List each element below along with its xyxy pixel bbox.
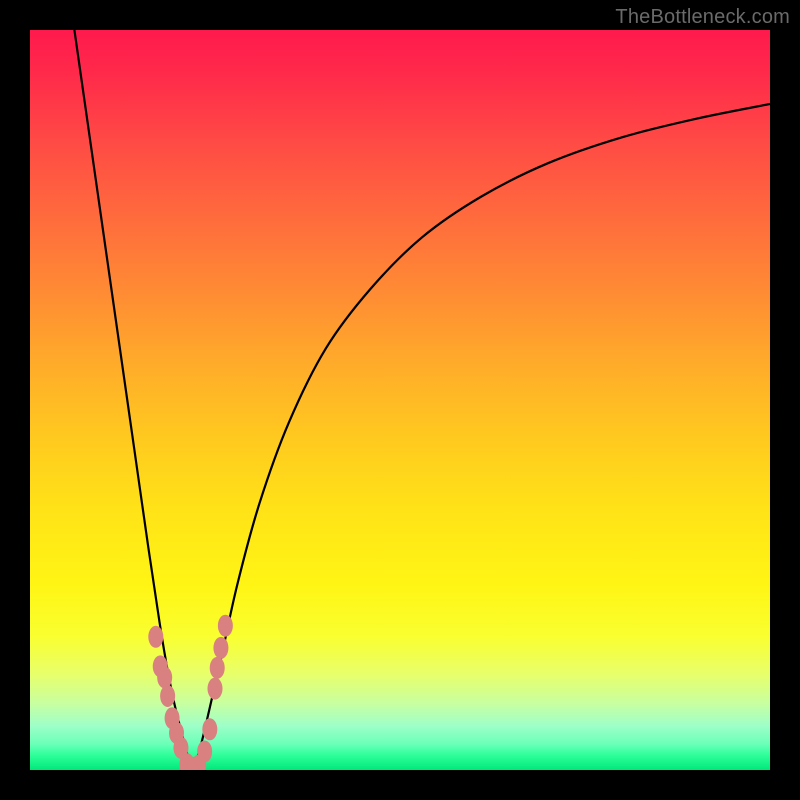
data-marker [148,626,163,648]
data-marker [208,678,223,700]
curve-layer [30,30,770,770]
marker-group [148,615,233,770]
curve-right-branch [193,104,770,770]
data-marker [213,637,228,659]
data-marker [218,615,233,637]
curve-left-branch [74,30,192,770]
data-marker [197,741,212,763]
data-marker [210,657,225,679]
data-marker [202,718,217,740]
data-marker [157,667,172,689]
chart-frame: TheBottleneck.com [0,0,800,800]
watermark-text: TheBottleneck.com [615,6,790,29]
plot-area [30,30,770,770]
data-marker [160,685,175,707]
